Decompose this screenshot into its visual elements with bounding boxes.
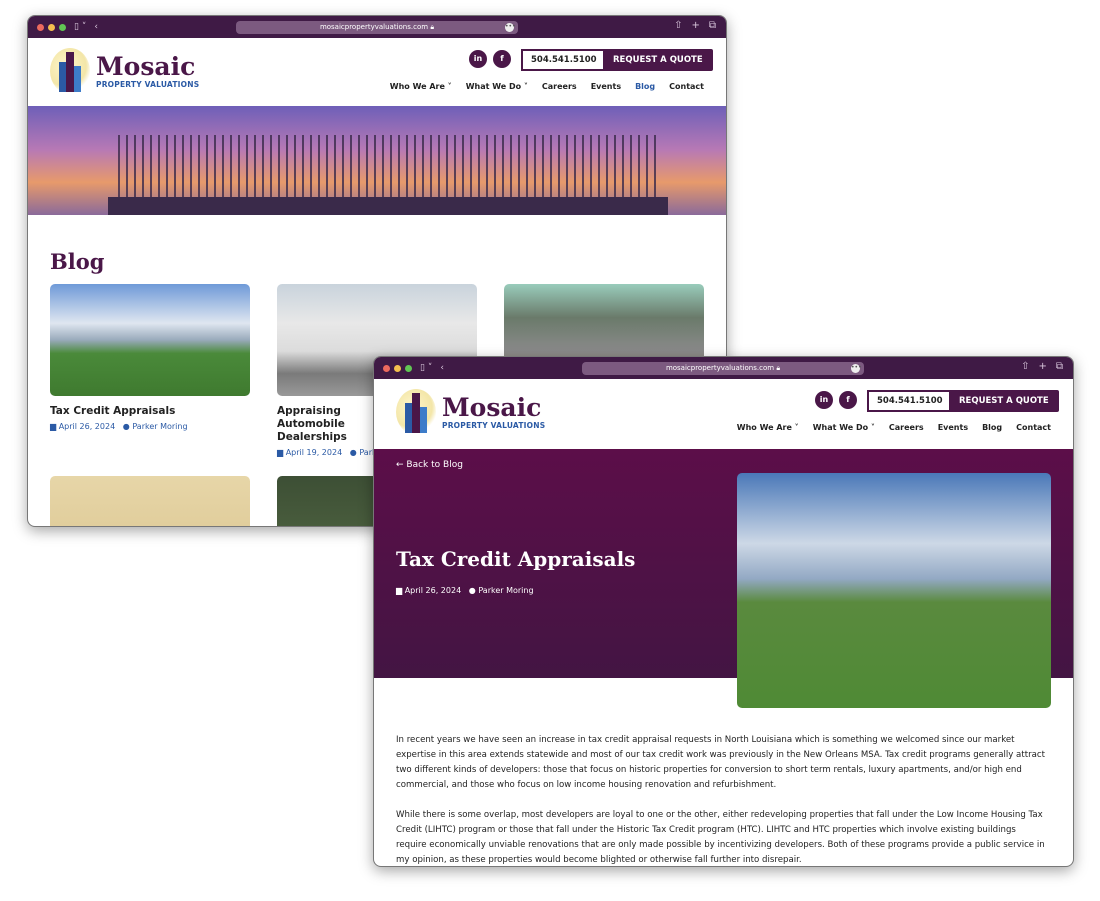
tabs-icon[interactable]: ⧉	[1056, 361, 1063, 372]
share-icon[interactable]: ⇧	[674, 20, 682, 31]
tabs-icon[interactable]: ⧉	[709, 20, 716, 31]
linkedin-icon[interactable]: in	[815, 391, 833, 409]
user-icon: ●	[468, 586, 476, 595]
facebook-icon[interactable]: f	[493, 50, 511, 68]
calendar-icon: ▆	[277, 448, 284, 457]
post-body: In recent years we have seen an increase…	[396, 735, 1045, 865]
page-title: Blog	[50, 249, 105, 274]
zoom-button[interactable]	[59, 23, 66, 31]
back-icon[interactable]: ‹	[94, 22, 98, 32]
calendar-icon: ▆	[396, 586, 403, 595]
blog-card[interactable]: Tax Credit Appraisals ▆ April 26, 2024 ●…	[50, 284, 250, 431]
linkedin-icon[interactable]: in	[469, 50, 487, 68]
nav-events[interactable]: Events	[591, 82, 621, 91]
phone-button[interactable]: 504.541.5100	[867, 390, 953, 412]
request-quote-button[interactable]: REQUEST A QUOTE	[949, 390, 1059, 412]
more-icon[interactable]: •••	[851, 364, 862, 373]
new-tab-icon[interactable]: +	[691, 20, 699, 31]
sidebar-icon[interactable]: ▯ ˅	[74, 22, 86, 32]
zoom-button[interactable]	[405, 364, 412, 372]
logo[interactable]: Mosaic PROPERTY VALUATIONS	[50, 48, 199, 94]
site-header: Mosaic PROPERTY VALUATIONS in f 504.541.51…	[28, 38, 726, 106]
user-icon: ●	[349, 448, 357, 457]
logo-building-icon	[50, 48, 90, 94]
logo[interactable]: Mosaic PROPERTY VALUATIONS	[396, 389, 545, 435]
minimize-button[interactable]	[394, 364, 401, 372]
post-meta: ▆ April 26, 2024 ● Parker Moring	[396, 586, 534, 595]
site-header: Mosaic PROPERTY VALUATIONS in f 504.541.51…	[374, 379, 1073, 447]
nav-contact[interactable]: Contact	[1016, 423, 1051, 432]
browser-window-post: ▯ ˅ ‹ mosaicpropertyvaluations.com 🔒︎ •••…	[373, 356, 1074, 867]
main-nav: Who We Are ˅ What We Do ˅ Careers Events…	[390, 82, 704, 91]
calendar-icon: ▆	[50, 422, 57, 431]
address-bar[interactable]: mosaicpropertyvaluations.com 🔒︎ •••	[236, 21, 518, 34]
browser-toolbar: ▯ ˅ ‹ mosaicpropertyvaluations.com 🔒︎ •••…	[374, 357, 1073, 379]
share-icon[interactable]: ⇧	[1021, 361, 1029, 372]
more-icon[interactable]: •••	[505, 23, 516, 32]
nav-contact[interactable]: Contact	[669, 82, 704, 91]
card-image[interactable]	[50, 284, 250, 396]
nav-careers[interactable]: Careers	[889, 423, 924, 432]
back-to-blog-link[interactable]: ← Back to Blog	[396, 460, 463, 470]
nav-careers[interactable]: Careers	[542, 82, 577, 91]
phone-button[interactable]: 504.541.5100	[521, 49, 607, 71]
hero-bridge-image	[28, 106, 726, 215]
address-bar[interactable]: mosaicpropertyvaluations.com 🔒︎ •••	[582, 362, 864, 375]
nav-what-we-do[interactable]: What We Do ˅	[813, 423, 875, 432]
browser-toolbar: ▯ ˅ ‹ mosaicpropertyvaluations.com 🔒︎ •••…	[28, 16, 726, 38]
user-icon: ●	[122, 422, 130, 431]
arrow-left-icon: ←	[396, 460, 404, 470]
sidebar-icon[interactable]: ▯ ˅	[420, 363, 432, 373]
nav-who-we-are[interactable]: Who We Are ˅	[737, 423, 799, 432]
close-button[interactable]	[383, 364, 390, 372]
back-icon[interactable]: ‹	[440, 363, 444, 373]
nav-blog[interactable]: Blog	[635, 82, 655, 91]
card-image[interactable]	[50, 476, 250, 526]
request-quote-button[interactable]: REQUEST A QUOTE	[603, 49, 713, 71]
lock-icon: 🔒︎	[776, 364, 781, 372]
blog-card[interactable]	[50, 476, 250, 526]
logo-building-icon	[396, 389, 436, 435]
post-title: Tax Credit Appraisals	[396, 547, 636, 571]
main-nav: Who We Are ˅ What We Do ˅ Careers Events…	[737, 423, 1051, 432]
nav-who-we-are[interactable]: Who We Are ˅	[390, 82, 452, 91]
facebook-icon[interactable]: f	[839, 391, 857, 409]
minimize-button[interactable]	[48, 23, 55, 31]
nav-blog[interactable]: Blog	[982, 423, 1002, 432]
lock-icon: 🔒︎	[430, 23, 435, 31]
post-featured-image	[737, 473, 1051, 708]
nav-what-we-do[interactable]: What We Do ˅	[466, 82, 528, 91]
close-button[interactable]	[37, 23, 44, 31]
new-tab-icon[interactable]: +	[1038, 361, 1046, 372]
nav-events[interactable]: Events	[938, 423, 968, 432]
